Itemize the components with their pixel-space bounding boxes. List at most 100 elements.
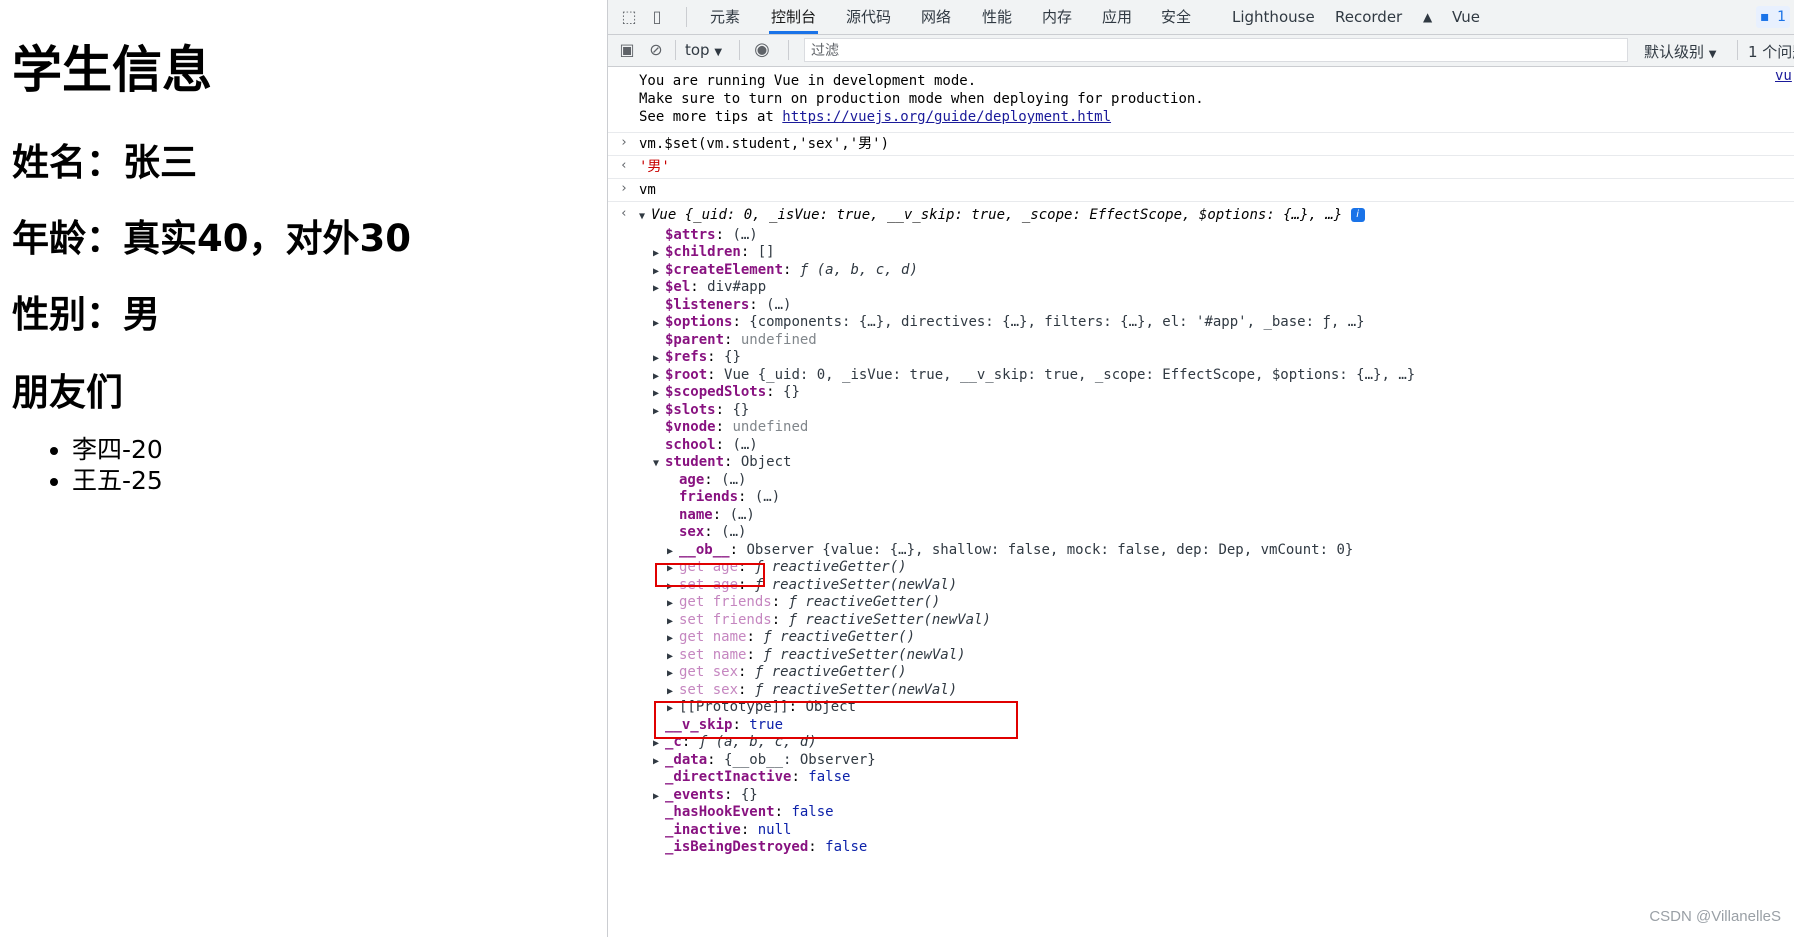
property-key: _events [665, 786, 725, 803]
tab-sources[interactable]: 源代码 [844, 0, 893, 34]
tree-row[interactable]: ▶ get friends: ƒ reactiveGetter() [667, 593, 940, 611]
tree-row[interactable]: ▶ $root: Vue {_uid: 0, _isVue: true, __v_… [653, 366, 1415, 384]
tab-elements[interactable]: 元素 [708, 0, 742, 34]
eye-icon[interactable]: ◉ [751, 39, 773, 61]
property-value: Vue {_uid: 0, _isVue: true, __v_skip: tr… [724, 366, 1416, 383]
tree-row[interactable]: ▶ get name: ƒ reactiveGetter() [667, 628, 915, 646]
tree-row[interactable]: ▶ $options: {components: {…}, directives:… [653, 313, 1365, 331]
issues-badge[interactable]: ▪ 1 [1756, 6, 1790, 28]
property-key: $createElement [665, 261, 784, 278]
property-key: _isBeingDestroyed [665, 839, 809, 855]
property-value: {} [732, 401, 750, 418]
tab-lighthouse[interactable]: Lighthouse [1230, 0, 1317, 34]
message-text: Make sure to turn on production mode whe… [639, 91, 1204, 107]
tree-row[interactable]: ▶ set friends: ƒ reactiveSetter(newVal) [667, 611, 991, 629]
tab-vue[interactable]: Vue [1450, 0, 1482, 34]
tab-recorder[interactable]: Recorder [1333, 0, 1404, 34]
property-key: $refs [665, 349, 708, 365]
tree-row[interactable]: ▶ $slots: {} [653, 401, 749, 419]
tree-row[interactable]: ▶ set sex: ƒ reactiveSetter(newVal) [667, 681, 957, 699]
property-value: {components: {…}, directives: {…}, filte… [749, 314, 1365, 330]
issues-link[interactable]: 1 个问题 [1748, 41, 1794, 62]
tree-row[interactable]: ▶ get sex: ƒ reactiveGetter() [667, 663, 907, 681]
source-link[interactable]: vu [1775, 67, 1792, 85]
tree-row[interactable]: ▶ __ob__: Observer {value: {…}, shallow: … [667, 541, 1353, 559]
property-key: $slots [665, 401, 716, 418]
tree-row[interactable]: _directInactive: false [653, 768, 850, 786]
key-separator: : [746, 629, 764, 645]
tree-row[interactable]: _hasHookEvent: false [653, 803, 834, 821]
tree-row[interactable]: ▶ $children: [] [653, 243, 775, 261]
tree-row[interactable]: name: (…) [667, 506, 755, 524]
property-value: ƒ reactiveSetter(newVal) [763, 646, 966, 663]
property-value: ƒ reactiveGetter() [788, 594, 941, 610]
tab-network[interactable]: 网络 [919, 0, 953, 34]
key-separator: : [724, 786, 741, 803]
property-value: ƒ reactiveGetter() [763, 629, 916, 645]
console-toolbar: ▣ ⊘ top ▼ ◉ 过滤 默认级别 ▼ 1 个问题 [608, 35, 1794, 67]
property-key: $el [665, 279, 691, 295]
tab-security[interactable]: 安全 [1159, 0, 1193, 34]
tree-row[interactable]: _inactive: null [653, 821, 791, 839]
tree-row[interactable]: ▶ _events: {} [653, 786, 758, 804]
tree-row[interactable]: ▶ $createElement: ƒ (a, b, c, d) [653, 261, 918, 279]
tree-row[interactable]: age: (…) [667, 471, 746, 489]
property-value: null [757, 821, 792, 838]
inspect-element-icon[interactable]: ⬚ [618, 6, 640, 28]
result-value: '男' [639, 159, 670, 175]
deployment-link[interactable]: https://vuejs.org/guide/deployment.html [782, 109, 1111, 125]
chevron-down-icon: ▼ [714, 47, 723, 58]
key-separator: : [791, 769, 809, 785]
filter-input[interactable]: 过滤 [804, 38, 1628, 62]
tree-row[interactable]: sex: (…) [667, 523, 746, 541]
command-text[interactable]: vm.$set(vm.student,'sex','男') [639, 135, 889, 153]
property-key: school [665, 436, 716, 453]
property-value: undefined [740, 331, 817, 348]
property-value: false [825, 839, 868, 855]
tab-console[interactable]: 控制台 [769, 0, 819, 34]
tree-row[interactable]: $listeners: (…) [653, 296, 791, 314]
property-value: ƒ reactiveGetter() [754, 559, 907, 575]
tab-application[interactable]: 应用 [1100, 0, 1134, 34]
property-key: $attrs [665, 226, 716, 243]
tree-row[interactable]: friends: (…) [667, 488, 780, 506]
device-toolbar-icon[interactable]: ▯ [646, 6, 668, 28]
tab-performance[interactable]: 性能 [980, 0, 1014, 34]
tree-row[interactable]: ▶ set name: ƒ reactiveSetter(newVal) [667, 646, 966, 664]
property-value: (…) [754, 489, 781, 505]
name-heading: 姓名：张三 [12, 141, 197, 184]
sex-heading: 性别：男 [12, 293, 160, 336]
tree-row[interactable]: ▶ $scopedSlots: {} [653, 383, 800, 401]
key-separator: : [704, 471, 722, 488]
property-key: $parent [665, 331, 725, 348]
levels-select[interactable]: 默认级别 ▼ [1644, 41, 1717, 62]
command-text[interactable]: vm [639, 181, 656, 199]
property-key: get sex [679, 664, 739, 680]
property-key: $listeners [665, 296, 750, 313]
page-title: 学生信息 [12, 41, 212, 99]
key-separator: : [704, 524, 722, 540]
key-separator: : [712, 506, 730, 523]
tree-row[interactable]: $parent: undefined [653, 331, 817, 349]
clear-console-icon[interactable]: ⊘ [645, 39, 667, 61]
tree-row[interactable]: school: (…) [653, 436, 758, 454]
property-value: (…) [732, 436, 758, 453]
tree-row[interactable]: $vnode: undefined [653, 418, 808, 436]
context-select[interactable]: top ▼ [685, 41, 722, 59]
tree-row[interactable]: ▶ $el: div#app [653, 278, 766, 296]
tree-row[interactable]: ▶ _data: {__ob__: Observer} [653, 751, 876, 769]
property-value: ƒ (a, b, c, d) [799, 261, 918, 278]
key-separator: : [740, 821, 758, 838]
tree-row[interactable]: _isBeingDestroyed: false [653, 838, 867, 856]
property-value: Object [740, 454, 792, 470]
tree-row[interactable]: ▼ student: Object [653, 453, 791, 471]
tree-root[interactable]: ▼ Vue {_uid: 0, _isVue: true, __v_skip: t… [639, 206, 1365, 224]
property-key: _hasHookEvent [665, 804, 775, 820]
tree-row[interactable]: $attrs: (…) [653, 226, 758, 244]
key-separator: : [715, 436, 733, 453]
message-text: See more tips at https://vuejs.org/guide… [639, 109, 1112, 125]
tree-row[interactable]: ▶ $refs: {} [653, 348, 741, 366]
tab-memory[interactable]: 内存 [1040, 0, 1074, 34]
expanded-triangle-icon: ▼ [639, 211, 646, 222]
sidebar-toggle-icon[interactable]: ▣ [616, 39, 638, 61]
